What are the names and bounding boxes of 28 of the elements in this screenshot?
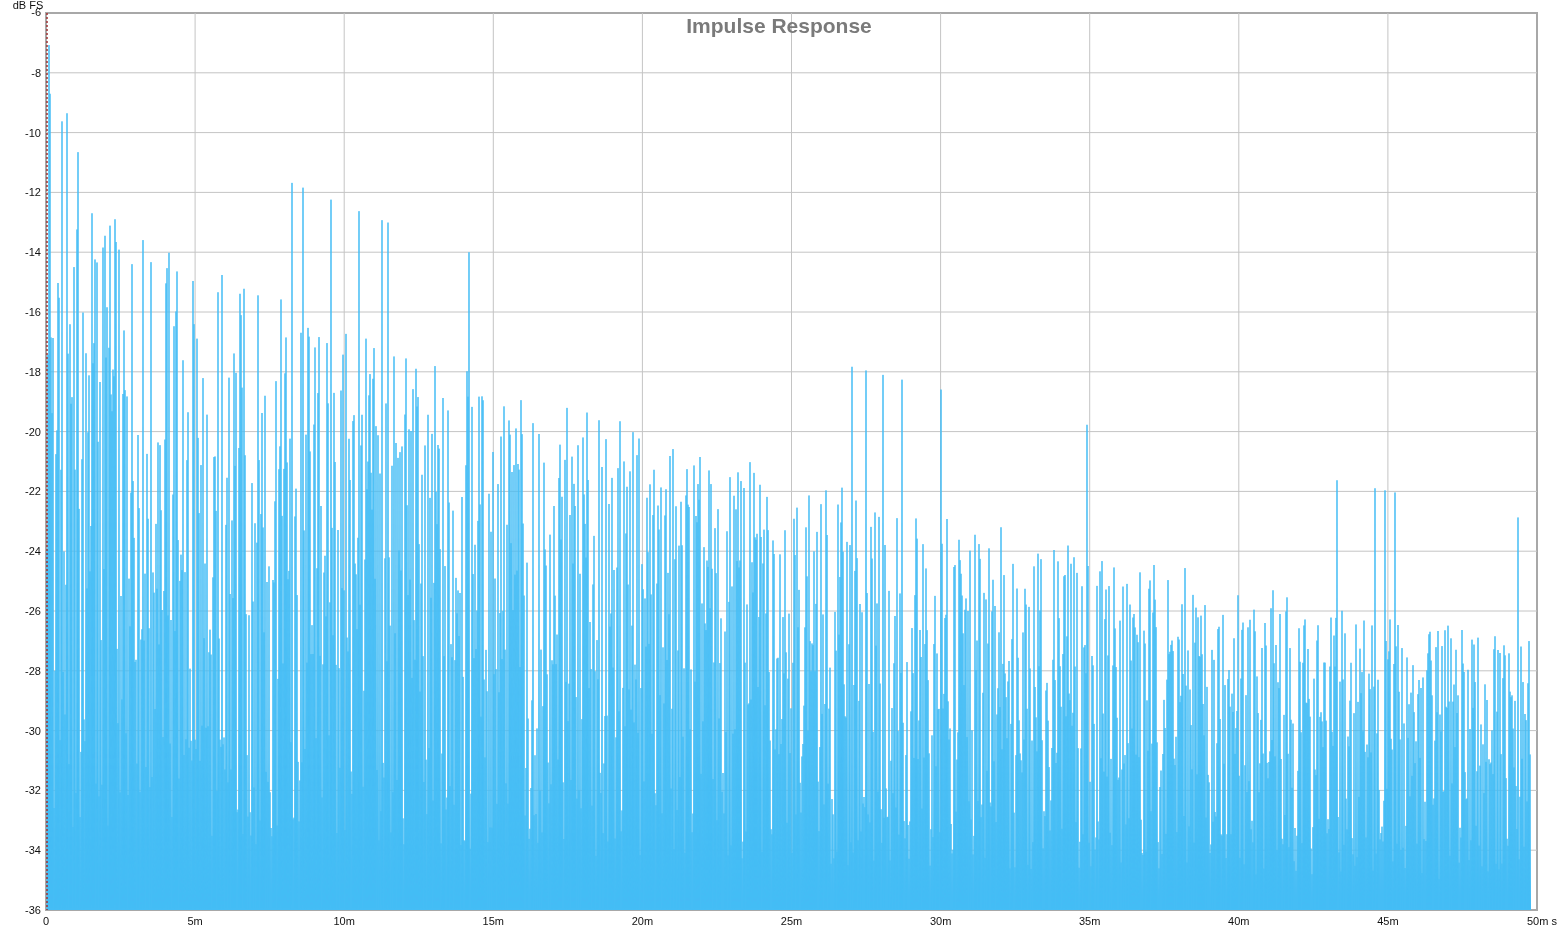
y-tick-label: -6 — [31, 6, 41, 18]
x-tick-label: 25m — [780, 915, 803, 927]
y-tick-label: -18 — [25, 365, 41, 378]
y-tick-label: -28 — [25, 664, 41, 677]
y-tick-label: -14 — [25, 246, 41, 259]
x-tick-label: 50m s — [1527, 915, 1557, 927]
x-tick-label: 20m — [631, 915, 654, 927]
x-tick-label: 15m — [482, 915, 504, 927]
y-tick-label: -30 — [25, 724, 41, 737]
y-tick-label: -22 — [25, 485, 41, 498]
y-tick-label: -34 — [25, 844, 41, 857]
x-tick-label: 45m — [1377, 915, 1399, 927]
y-tick-label: -8 — [31, 66, 41, 79]
y-tick-label: -36 — [25, 904, 41, 916]
x-tick-label: 40m — [1228, 915, 1250, 927]
x-tick-label: 5m — [187, 915, 203, 927]
y-tick-label: -32 — [25, 784, 41, 797]
y-tick-label: -12 — [25, 186, 41, 199]
x-tick-label: 30m — [929, 915, 952, 927]
y-tick-label: -26 — [25, 605, 41, 617]
chart-title: Impulse Response — [686, 14, 872, 37]
y-tick-label: -16 — [25, 306, 41, 318]
y-tick-label: -10 — [25, 126, 41, 139]
x-tick-label: 35m — [1079, 915, 1101, 927]
y-tick-label: -24 — [25, 545, 41, 558]
y-tick-label: -20 — [25, 425, 41, 438]
x-tick-label: 0 — [42, 915, 50, 927]
x-tick-label: 10m — [333, 915, 355, 927]
